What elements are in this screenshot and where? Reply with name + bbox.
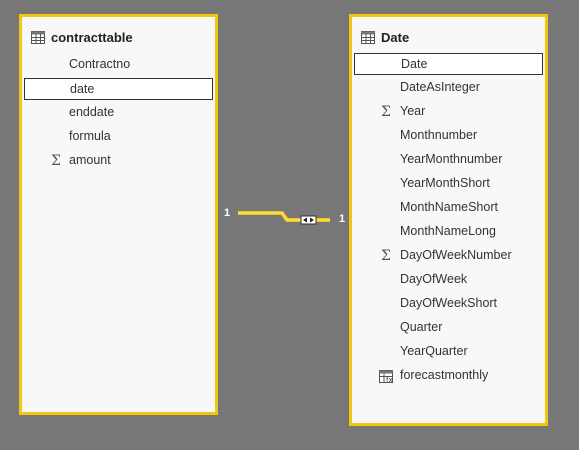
- calculated-table-icon: fx: [378, 368, 394, 384]
- field-row-contractno[interactable]: Contractno: [24, 54, 213, 76]
- field-label: DayOfWeek: [400, 272, 468, 286]
- field-label: enddate: [69, 105, 115, 119]
- field-label: DayOfWeekNumber: [400, 248, 512, 262]
- field-row-yearmonthnumber[interactable]: YearMonthnumber: [354, 149, 543, 171]
- field-label: YearMonthnumber: [400, 152, 503, 166]
- field-row-dayofweekshort[interactable]: DayOfWeekShort: [354, 293, 543, 315]
- table-card-contracttable[interactable]: contracttable Contractno date enddate formu…: [19, 14, 218, 415]
- field-row-dayofweeknumber[interactable]: Σ DayOfWeekNumber: [354, 245, 543, 267]
- table-header: Date: [361, 28, 409, 46]
- svg-text:fx: fx: [386, 376, 393, 383]
- sigma-icon: Σ: [381, 248, 391, 264]
- field-row-monthnameshort[interactable]: MonthNameShort: [354, 197, 543, 219]
- field-row-year[interactable]: Σ Year: [354, 101, 543, 123]
- table-card-date[interactable]: Date Date DateAsInteger Σ Year Monthnumber Ye…: [349, 14, 548, 426]
- field-label: formula: [69, 129, 111, 143]
- table-title: contracttable: [51, 29, 133, 45]
- field-row-formula[interactable]: formula: [24, 126, 213, 148]
- table-icon: [361, 30, 375, 44]
- field-label: Date: [401, 57, 428, 71]
- field-label: amount: [69, 153, 111, 167]
- field-row-yearmonthshort[interactable]: YearMonthShort: [354, 173, 543, 195]
- field-label: YearQuarter: [400, 344, 468, 358]
- field-label: date: [70, 82, 95, 96]
- cardinality-right: 1: [339, 213, 346, 225]
- field-row-monthnamelong[interactable]: MonthNameLong: [354, 221, 543, 243]
- field-row-dateasinteger[interactable]: DateAsInteger: [354, 77, 543, 99]
- table-title: Date: [381, 29, 410, 45]
- field-label: DateAsInteger: [400, 80, 480, 94]
- field-row-enddate[interactable]: enddate: [24, 102, 213, 124]
- field-label: Year: [400, 104, 426, 118]
- field-row-date[interactable]: Date: [354, 53, 543, 75]
- field-row-monthnumber[interactable]: Monthnumber: [354, 125, 543, 147]
- field-row-yearquarter[interactable]: YearQuarter: [354, 341, 543, 363]
- field-label: MonthNameShort: [400, 200, 498, 214]
- field-label: Contractno: [69, 57, 131, 71]
- table-header: contracttable: [31, 28, 133, 46]
- table-icon: [31, 30, 45, 44]
- field-row-date[interactable]: date: [24, 78, 213, 100]
- field-label: forecastmonthly: [400, 368, 489, 382]
- field-row-amount[interactable]: Σamount: [24, 150, 213, 172]
- field-row-dayofweek[interactable]: DayOfWeek: [354, 269, 543, 291]
- bidirectional-filter-icon: [300, 215, 317, 225]
- field-label: DayOfWeekShort: [400, 296, 498, 310]
- cardinality-left: 1: [224, 207, 231, 219]
- field-label: Quarter: [400, 320, 443, 334]
- field-label: Monthnumber: [400, 128, 478, 142]
- field-label: MonthNameLong: [400, 224, 496, 238]
- field-row-quarter[interactable]: Quarter: [354, 317, 543, 339]
- field-row-forecastmonthly[interactable]: fx forecastmonthly: [354, 365, 543, 387]
- sigma-icon: Σ: [51, 153, 61, 169]
- field-label: YearMonthShort: [400, 176, 490, 190]
- sigma-icon: Σ: [381, 104, 391, 120]
